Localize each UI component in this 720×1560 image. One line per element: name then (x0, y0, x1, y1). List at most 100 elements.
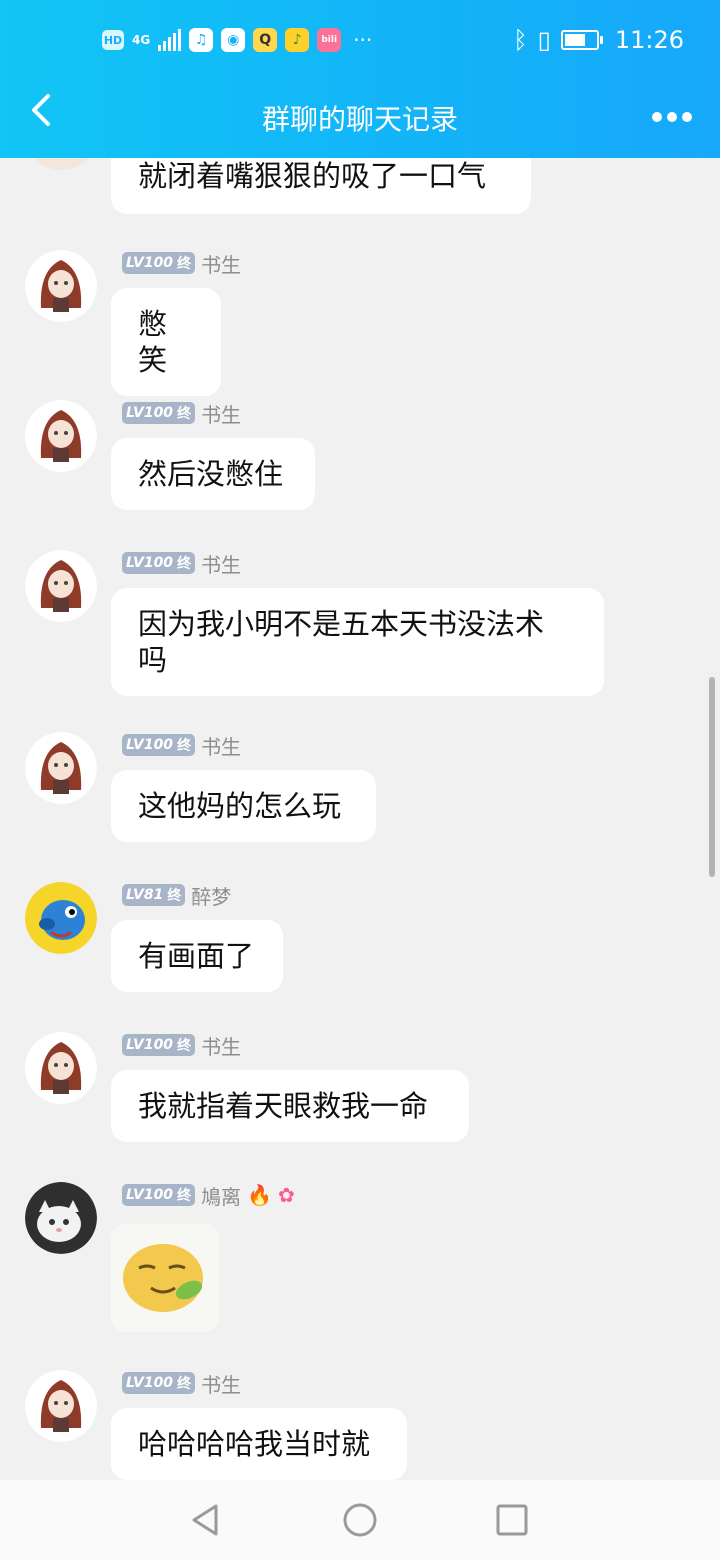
message-bubble[interactable]: 就闭着嘴狠狠的吸了一口气 (111, 158, 531, 214)
sender-info: LV100 终 书生 (122, 732, 242, 759)
clock: 11:26 (614, 26, 684, 54)
qq-app-icon: Q (253, 28, 278, 52)
sender-name: 醉梦 (191, 884, 232, 909)
avatar[interactable] (25, 732, 97, 804)
sender-name: 书生 (201, 402, 242, 427)
vibrate-icon: ▯ (537, 26, 551, 54)
page-title: 群聊的聊天记录 (261, 103, 458, 136)
chat-history[interactable]: 就闭着嘴狠狠的吸了一口气 LV100 终 书生 憋笑 LV100 终 书生 然后没憋… (0, 158, 720, 1480)
avatar[interactable] (25, 550, 97, 622)
sender-name: 鳩离 (201, 1184, 242, 1209)
sender-name: 书生 (201, 734, 242, 759)
browser-app-icon: ◉ (221, 28, 246, 52)
nav-recents-button[interactable] (492, 1500, 532, 1540)
level-badge: LV100 终 (122, 402, 196, 424)
signal-icon (158, 29, 182, 51)
level-tag: 终 (177, 1188, 192, 1204)
status-bar: HD 4G ♫ ◉ Q ♪ bili ··· ᛒ ▯ 11:26 (0, 22, 720, 62)
level-badge: LV100 终 (122, 734, 196, 756)
message-text: 然后没憋住 (138, 457, 284, 491)
smiley-leaf-sticker-icon (123, 1244, 203, 1312)
level-tag: 终 (177, 1038, 192, 1054)
sender-name: 书生 (201, 1372, 242, 1397)
fire-icon: 🔥 (247, 1183, 272, 1207)
bilibili-app-icon: bili (317, 28, 342, 52)
more-dots-icon (652, 112, 692, 122)
level-badge: LV100 终 (122, 552, 196, 574)
avatar[interactable] (25, 1182, 97, 1254)
battery-icon (560, 30, 603, 50)
sender-name: 书生 (201, 1034, 242, 1059)
level-label: LV100 (126, 1187, 174, 1203)
sender-info: LV100 终 书生 (122, 250, 242, 277)
message-bubble[interactable]: 哈哈哈哈我当时就 (111, 1408, 407, 1480)
message-text: 因为我小明不是五本天书没法术 (138, 607, 545, 641)
message-text: 哈哈哈哈我当时就 (138, 1427, 371, 1461)
message-bubble[interactable]: 有画面了 (111, 920, 283, 992)
level-label: LV100 (126, 1375, 174, 1391)
level-tag: 终 (167, 888, 182, 904)
qqmusic-app-icon: ♪ (285, 28, 310, 52)
sender-info: LV81 终 醉梦 (122, 882, 232, 909)
app-header: HD 4G ♫ ◉ Q ♪ bili ··· ᛒ ▯ 11:26 群聊的聊天记录 (0, 0, 720, 158)
level-badge: LV100 终 (122, 1034, 196, 1056)
level-tag: 终 (177, 556, 192, 572)
message-text: 这他妈的怎么玩 (138, 789, 342, 823)
scrollbar-thumb[interactable] (709, 677, 715, 877)
level-label: LV100 (126, 737, 174, 753)
sender-name: 书生 (201, 252, 242, 277)
nav-home-button[interactable] (340, 1500, 380, 1540)
avatar[interactable] (25, 400, 97, 472)
message-text-line2: 吗 (138, 643, 168, 677)
circle-home-icon (343, 1503, 377, 1537)
system-nav-bar (0, 1480, 720, 1560)
level-badge: LV100 终 (122, 252, 196, 274)
bluetooth-icon: ᛒ (513, 26, 528, 54)
more-options-button[interactable] (652, 98, 692, 133)
nav-back-button[interactable] (186, 1500, 226, 1540)
message-bubble[interactable]: 这他妈的怎么玩 (111, 770, 376, 842)
anime-girl-avatar-icon (25, 400, 97, 472)
avatar[interactable] (25, 250, 97, 322)
message-bubble[interactable]: 然后没憋住 (111, 438, 315, 510)
message-bubble[interactable]: 我就指着天眼救我一命 (111, 1070, 469, 1142)
sticker-image[interactable] (111, 1224, 219, 1332)
level-tag: 终 (177, 738, 192, 754)
avatar[interactable] (25, 882, 97, 954)
sender-name: 书生 (201, 552, 242, 577)
level-tag: 终 (177, 406, 192, 422)
level-tag: 终 (177, 256, 192, 272)
flower-smile-icon: ✿ (277, 1183, 295, 1207)
anime-girl-avatar-icon (25, 1032, 97, 1104)
message-bubble[interactable]: 因为我小明不是五本天书没法术 吗 (111, 588, 604, 696)
level-badge: LV100 终 (122, 1184, 196, 1206)
level-tag: 终 (177, 1376, 192, 1392)
message-bubble[interactable]: 憋笑 (111, 288, 221, 396)
avatar[interactable] (25, 1032, 97, 1104)
triangle-back-icon (192, 1504, 218, 1536)
blue-dog-avatar-icon (25, 882, 97, 954)
square-recents-icon (496, 1504, 528, 1536)
level-label: LV100 (126, 1037, 174, 1053)
level-badge: LV100 终 (122, 1372, 196, 1394)
anime-girl-avatar-icon (25, 1370, 97, 1442)
anime-girl-avatar-icon (25, 732, 97, 804)
message-text: 就闭着嘴狠狠的吸了一口气 (138, 159, 487, 193)
network-label: 4G (132, 33, 151, 47)
level-badge: LV81 终 (122, 884, 186, 906)
white-cat-avatar-icon (25, 1182, 97, 1254)
sender-info: LV100 终 书生 (122, 550, 242, 577)
avatar[interactable] (25, 158, 97, 170)
message-text: 有画面了 (138, 939, 255, 973)
level-label: LV100 (126, 555, 174, 571)
sender-info: LV100 终 书生 (122, 400, 242, 427)
sender-info: LV100 终 书生 (122, 1032, 242, 1059)
level-label: LV100 (126, 255, 174, 271)
avatar[interactable] (25, 1370, 97, 1442)
level-label: LV100 (126, 405, 174, 421)
music-app-icon: ♫ (189, 28, 214, 52)
anime-girl-avatar-icon (25, 550, 97, 622)
message-text: 憋笑 (138, 307, 168, 377)
level-label: LV81 (126, 887, 164, 903)
sender-info: LV100 终 书生 (122, 1370, 242, 1397)
